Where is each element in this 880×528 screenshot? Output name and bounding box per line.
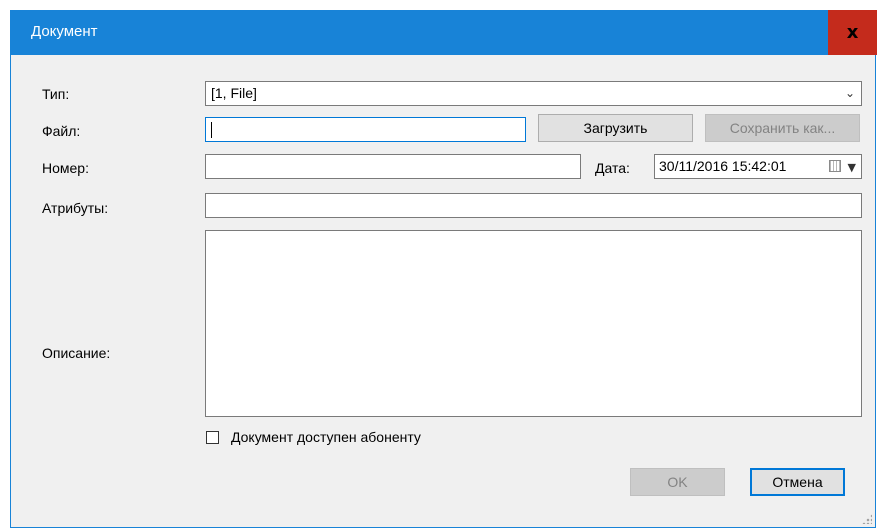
type-label: Тип: (42, 86, 70, 102)
number-label: Номер: (42, 160, 89, 176)
type-select-value: [1, File] (211, 85, 257, 101)
close-button[interactable]: x (828, 10, 877, 55)
date-picker[interactable]: 30/11/2016 15:42:01 ▼ (654, 154, 862, 179)
file-input[interactable] (205, 117, 526, 142)
resize-grip-icon[interactable] (862, 514, 872, 524)
description-label: Описание: (42, 345, 111, 361)
save-as-button[interactable]: Сохранить как... (705, 114, 860, 142)
calendar-icon (829, 160, 841, 172)
date-label: Дата: (595, 160, 630, 176)
description-textarea[interactable] (205, 230, 862, 417)
dropdown-arrow-icon: ▼ (847, 161, 856, 174)
load-button[interactable]: Загрузить (538, 114, 693, 142)
attributes-label: Атрибуты: (42, 200, 109, 216)
document-dialog: Документ x Тип: [1, File] ⌄ Файл: Загруз… (10, 10, 877, 528)
available-to-subscriber-label[interactable]: Документ доступен абоненту (231, 429, 421, 445)
file-label: Файл: (42, 123, 81, 139)
window-title: Документ (31, 23, 98, 40)
date-value: 30/11/2016 15:42:01 (659, 158, 787, 174)
cancel-button[interactable]: Отмена (750, 468, 845, 496)
title-bar[interactable]: Документ x (10, 10, 877, 55)
type-select[interactable]: [1, File] ⌄ (205, 81, 862, 106)
chevron-down-icon: ⌄ (844, 86, 855, 100)
attributes-input[interactable] (205, 193, 862, 218)
available-to-subscriber-checkbox[interactable] (206, 431, 219, 444)
ok-button[interactable]: OK (630, 468, 725, 496)
text-caret (211, 122, 212, 138)
number-input[interactable] (205, 154, 581, 179)
